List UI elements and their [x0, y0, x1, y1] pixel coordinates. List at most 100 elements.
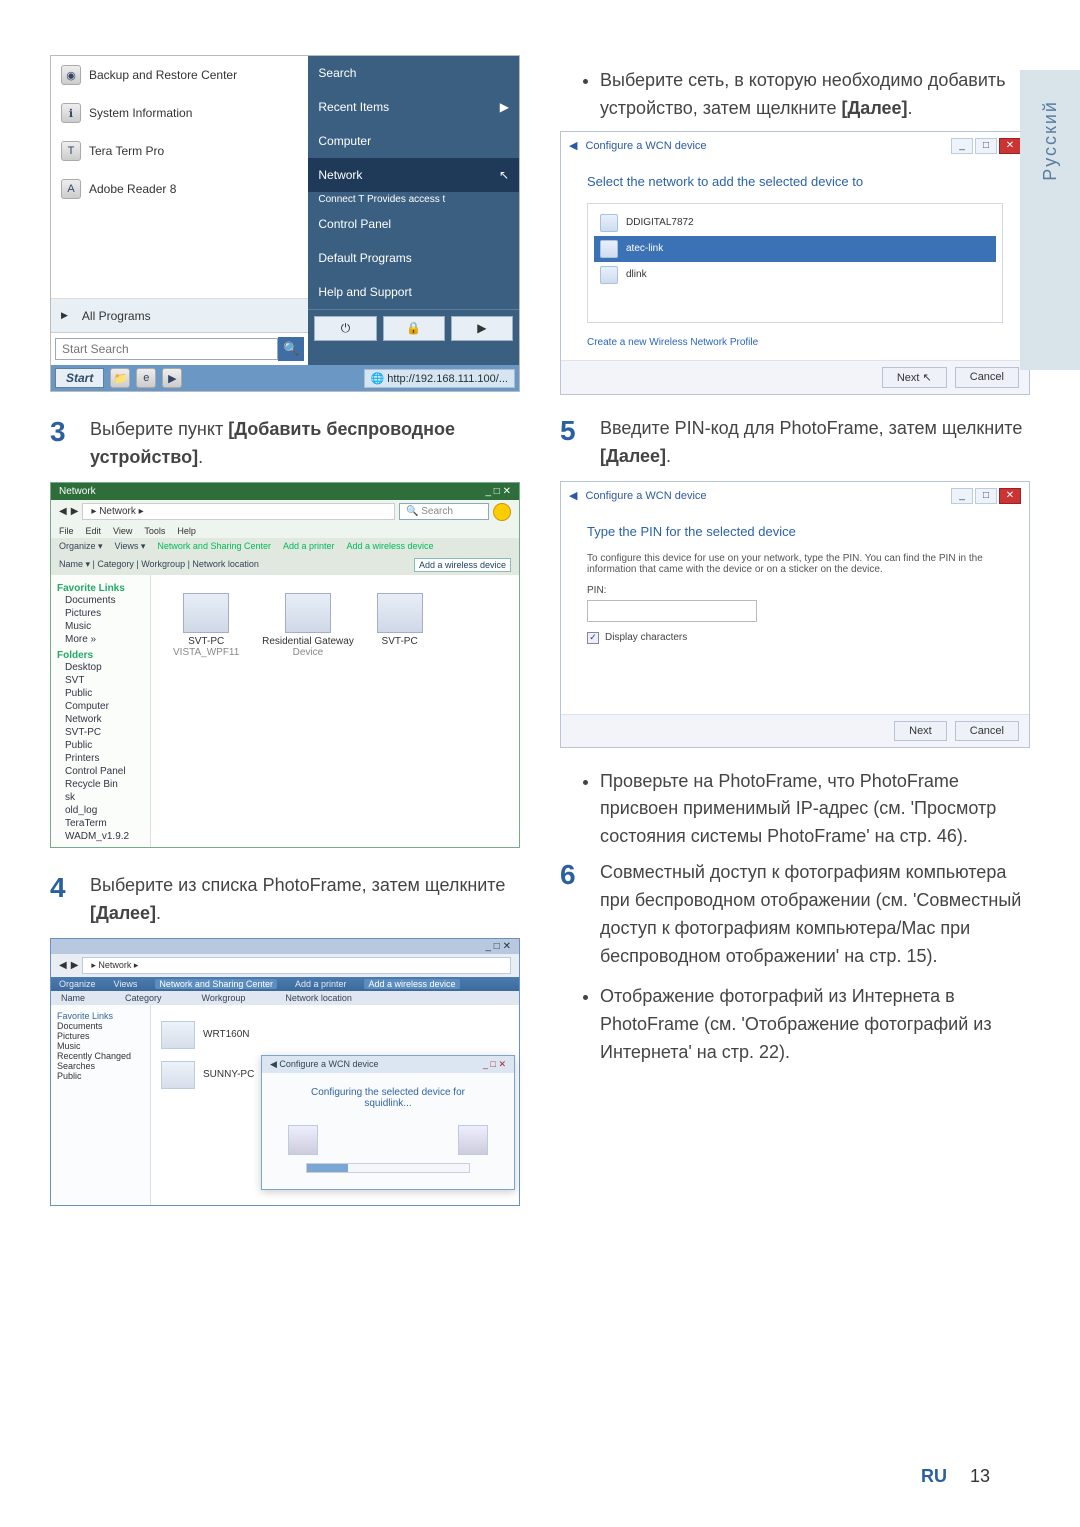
nav-fwd-icon[interactable]: ▶ [71, 506, 79, 517]
nav-back-icon[interactable]: ◀ [59, 960, 67, 971]
nav-back-icon[interactable]: ◀ [59, 506, 67, 517]
power-button[interactable]: ⏻ [314, 316, 376, 341]
ribbon-item[interactable]: Network and Sharing Center [155, 979, 277, 989]
start-right-item[interactable]: Default Programs [308, 241, 519, 275]
breadcrumb[interactable]: ▸ Network ▸ [82, 503, 395, 520]
start-right-item[interactable]: Control Panel [308, 207, 519, 241]
ribbon-item[interactable]: Add a wireless device [364, 979, 459, 989]
toolbar-sharing[interactable]: Network and Sharing Center [157, 541, 271, 551]
taskbar-task[interactable]: 🌐 http://192.168.111.100/... [364, 369, 515, 388]
side-item[interactable]: Music [57, 1041, 144, 1051]
side-item[interactable]: sk [57, 791, 144, 804]
back-icon[interactable]: ◀ [569, 139, 577, 152]
ribbon-item[interactable]: Organize [59, 979, 96, 989]
side-item[interactable]: Network [57, 713, 144, 726]
add-wireless-button[interactable]: Add a wireless device [414, 558, 511, 572]
taskbar-icon[interactable]: 📁 [110, 368, 130, 388]
start-right-item[interactable]: Recent Items▶ [308, 90, 519, 124]
network-item[interactable]: dlink [594, 262, 996, 288]
side-item[interactable]: Music [57, 620, 144, 633]
window-controls[interactable]: _ □ ✕ [485, 941, 511, 952]
side-item[interactable]: Recycle Bin [57, 778, 144, 791]
side-item[interactable]: Public [57, 739, 144, 752]
side-item[interactable]: Documents [57, 594, 144, 607]
breadcrumb[interactable]: ▸ Network ▸ [82, 957, 511, 974]
network-device[interactable]: SUNNY-PC [161, 1061, 254, 1089]
side-item[interactable]: SVT-PC [57, 726, 144, 739]
toolbar-addwireless[interactable]: Add a wireless device [347, 541, 434, 551]
nav-fwd-icon[interactable]: ▶ [71, 960, 79, 971]
start-item[interactable]: ◉Backup and Restore Center [51, 56, 308, 94]
window-controls[interactable]: _ □ ✕ [483, 1059, 506, 1070]
help-icon[interactable] [493, 503, 511, 521]
back-icon[interactable]: ◀ [569, 489, 577, 502]
side-item[interactable]: Desktop [57, 661, 144, 674]
all-programs[interactable]: All Programs [51, 298, 308, 332]
network-device[interactable]: WRT160N [161, 1021, 509, 1049]
lock-button[interactable]: 🔒 [383, 316, 445, 341]
start-search-input[interactable] [55, 338, 278, 360]
network-item[interactable]: DDIGITAL7872 [594, 210, 996, 236]
close-icon[interactable]: ✕ [999, 138, 1021, 154]
toolbar-views[interactable]: Views ▾ [115, 541, 146, 552]
toolbar-addprinter[interactable]: Add a printer [283, 541, 335, 551]
column-header[interactable]: Category [125, 993, 162, 1003]
menu-view[interactable]: View [113, 526, 132, 536]
start-item[interactable]: ℹSystem Information [51, 94, 308, 132]
taskbar-ie-icon[interactable]: e [136, 368, 156, 388]
pin-input[interactable] [587, 600, 757, 622]
next-button[interactable]: Next ↖ [882, 367, 947, 388]
start-right-item[interactable]: Computer [308, 124, 519, 158]
side-item[interactable]: Documents [57, 1021, 144, 1031]
network-device[interactable]: Residential GatewayDevice [262, 593, 354, 658]
side-item[interactable]: Control Panel [57, 765, 144, 778]
close-icon[interactable]: ✕ [999, 488, 1021, 504]
side-item[interactable]: SVT [57, 674, 144, 687]
side-item[interactable]: Pictures [57, 1031, 144, 1041]
cancel-button[interactable]: Cancel [955, 721, 1019, 741]
ribbon-item[interactable]: Add a printer [295, 979, 347, 989]
side-item[interactable]: Recently Changed [57, 1051, 144, 1061]
start-item[interactable]: TTera Term Pro [51, 132, 308, 170]
side-item[interactable]: WADM_v1.9.2 [57, 830, 144, 843]
ribbon-item[interactable]: Views [114, 979, 138, 989]
side-item[interactable]: Pictures [57, 607, 144, 620]
side-item[interactable]: old_log [57, 804, 144, 817]
cancel-button[interactable]: Cancel [955, 367, 1019, 388]
side-item[interactable]: Searches [57, 1061, 144, 1071]
window-controls[interactable]: _ □ ✕ [485, 486, 511, 497]
maximize-icon[interactable]: □ [975, 138, 997, 154]
start-right-item[interactable]: Help and Support [308, 275, 519, 309]
maximize-icon[interactable]: □ [975, 488, 997, 504]
network-device[interactable]: SVT-PCVISTA_WPF11 [173, 593, 239, 658]
side-item[interactable]: Public [57, 1071, 144, 1081]
power-arrow[interactable]: ▶ [451, 316, 513, 341]
column-header[interactable]: Name [61, 993, 85, 1003]
start-right-item[interactable]: Search [308, 56, 519, 90]
start-right-item-network[interactable]: Network↖ [308, 158, 519, 192]
next-button[interactable]: Next [894, 721, 947, 741]
toolbar-organize[interactable]: Organize ▾ [59, 541, 103, 552]
side-item[interactable]: More » [57, 633, 144, 646]
create-profile-link[interactable]: Create a new Wireless Network Profile [587, 337, 1003, 348]
explorer-search[interactable]: 🔍 Search [399, 503, 489, 520]
minimize-icon[interactable]: _ [951, 138, 973, 154]
network-device[interactable]: SVT-PC [377, 593, 423, 647]
display-chars-checkbox[interactable]: ✓Display characters [587, 632, 1003, 644]
start-item[interactable]: AAdobe Reader 8 [51, 170, 308, 208]
column-header[interactable]: Workgroup [202, 993, 246, 1003]
taskbar-media-icon[interactable]: ▶ [162, 368, 182, 388]
network-item-selected[interactable]: atec-link [594, 236, 996, 262]
start-button[interactable]: Start [55, 368, 104, 388]
menu-edit[interactable]: Edit [86, 526, 102, 536]
search-icon[interactable]: 🔍 [278, 337, 304, 361]
column-headers[interactable]: Name ▾ | Category | Workgroup | Network … [59, 559, 259, 570]
menu-help[interactable]: Help [177, 526, 196, 536]
column-header[interactable]: Network location [285, 993, 352, 1003]
menu-tools[interactable]: Tools [144, 526, 165, 536]
side-item[interactable]: Public [57, 687, 144, 700]
side-item[interactable]: TeraTerm [57, 817, 144, 830]
side-item[interactable]: Computer [57, 700, 144, 713]
minimize-icon[interactable]: _ [951, 488, 973, 504]
menu-file[interactable]: File [59, 526, 74, 536]
